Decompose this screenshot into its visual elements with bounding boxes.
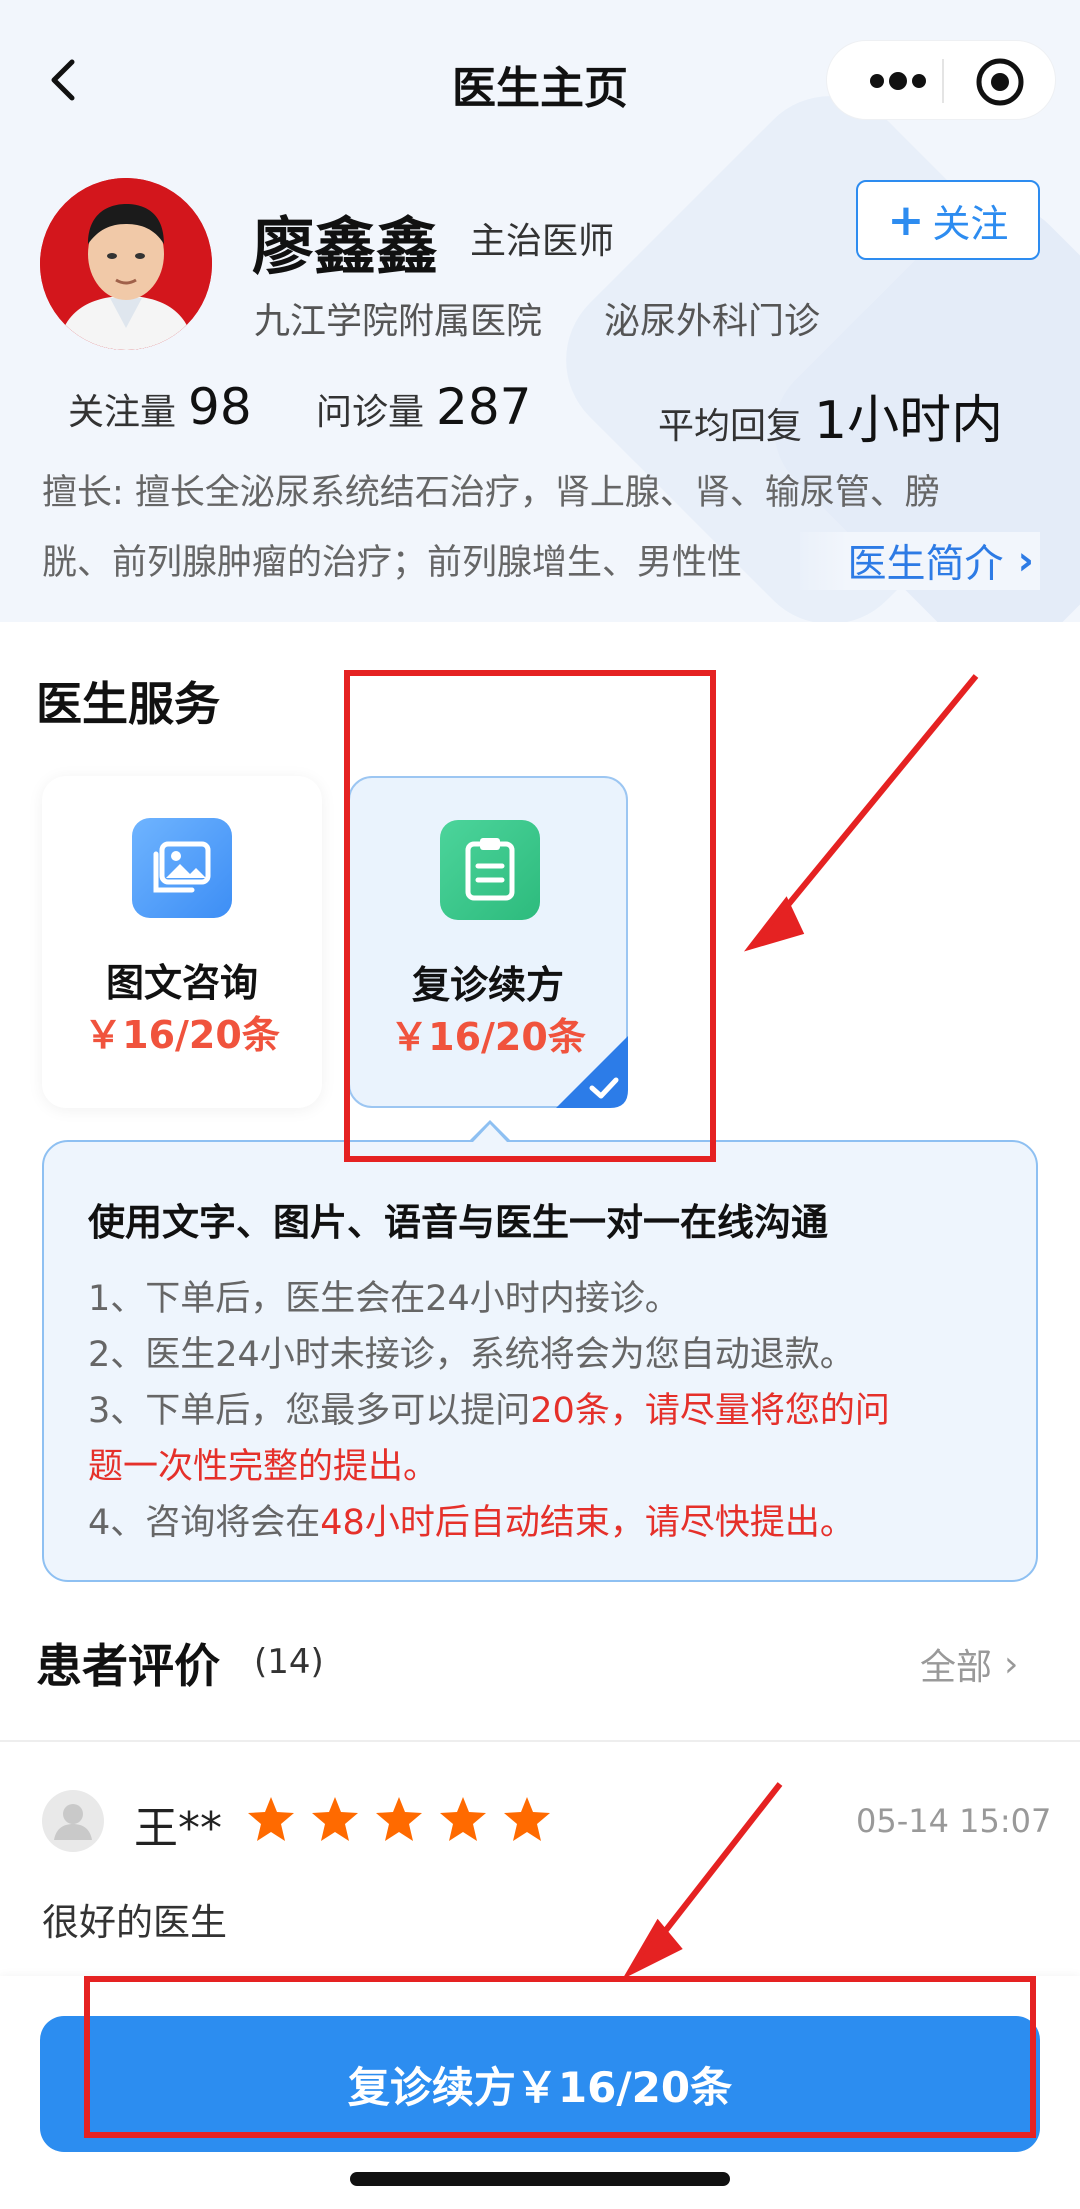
star-icon (312, 1797, 358, 1841)
detail-line: 1、下单后，医生会在24小时内接诊。 (88, 1279, 680, 1319)
star-icon (504, 1797, 550, 1841)
doctor-title: 主治医师 (470, 221, 615, 262)
services-section-title: 医生服务 (36, 677, 220, 731)
follow-button[interactable]: + 关注 (856, 180, 1040, 260)
close-target-icon (976, 58, 1024, 106)
stat-followers: 关注量 98 (68, 378, 252, 436)
mini-program-capsule (826, 40, 1056, 120)
detail-highlight: 题一次性完整的提出。 (88, 1447, 439, 1487)
review-text: 很好的医生 (42, 1901, 227, 1944)
detail-text: 4、咨询将会在 (88, 1503, 321, 1543)
service-name: 图文咨询 (105, 961, 258, 1005)
reviews-section-title: 患者评价 (36, 1639, 220, 1693)
chevron-right-icon: › (1004, 1643, 1019, 1685)
service-card-text-consult[interactable]: 图文咨询 ￥16/20条 (42, 776, 322, 1108)
capsule-divider (942, 59, 944, 103)
nav-bar: 医生主页 (0, 40, 1080, 120)
stat-value: 1小时内 (814, 391, 1004, 451)
star-icon (248, 1797, 294, 1841)
reviews-all-link[interactable]: 全部 › (920, 1638, 1018, 1690)
doctor-avatar (40, 178, 212, 350)
more-button[interactable] (863, 65, 933, 97)
hospital-name: 九江学院附属医院 (254, 301, 543, 342)
doctor-intro-link[interactable]: 医生简介 › (800, 532, 1040, 590)
chevron-right-icon: › (1017, 538, 1034, 584)
skills-text-line1: 擅长: 擅长全泌尿系统结石治疗，肾上腺、肾、输尿管、膀 (42, 473, 940, 513)
reviews-count: (14) (254, 1642, 324, 1682)
doctor-photo-icon (40, 178, 212, 350)
reviews-all-label: 全部 (920, 1647, 993, 1688)
service-detail-box: 使用文字、图片、语音与医生一对一在线沟通 1、下单后，医生会在24小时内接诊。 … (42, 1140, 1038, 1582)
more-dots-icon (870, 72, 926, 90)
detail-highlight: 48小时后自动结束，请尽快提出。 (320, 1503, 855, 1543)
reviewer-avatar (42, 1790, 104, 1852)
follow-label: 关注 (932, 201, 1009, 246)
detail-heading: 使用文字、图片、语音与医生一对一在线沟通 (88, 1201, 828, 1244)
star-icon (376, 1797, 422, 1841)
annotation-box-cta (84, 1976, 1036, 2138)
annotation-box-service (344, 670, 716, 1162)
stat-value: 287 (436, 378, 532, 436)
intro-link-label: 医生简介 (847, 542, 1004, 587)
detail-line: 2、医生24小时未接诊，系统将会为您自动退款。 (88, 1335, 855, 1375)
detail-line: 4、咨询将会在48小时后自动结束，请尽快提出。 (88, 1494, 855, 1545)
annotation-arrow (622, 1782, 783, 1980)
annotation-arrow (743, 674, 979, 952)
home-indicator (350, 2172, 730, 2186)
star-icon (440, 1797, 486, 1841)
stat-label: 问诊量 (316, 392, 425, 433)
detail-line: 3、下单后，您最多可以提问20条，请尽量将您的问 (88, 1382, 890, 1433)
image-chat-icon (132, 818, 232, 918)
rating-stars (246, 1794, 566, 1844)
divider (0, 1740, 1080, 1742)
service-price: ￥16/20条 (84, 1013, 280, 1057)
department-name: 泌尿外科门诊 (604, 301, 821, 342)
close-button[interactable] (973, 55, 1027, 109)
plus-icon: + (887, 194, 925, 246)
doctor-header-area: 医生主页 廖鑫鑫 主治医师 + 关注 九江学院附属医院 泌尿外科门诊 关注量 9… (0, 0, 1080, 622)
stat-value: 98 (188, 378, 252, 436)
stat-consultations: 问诊量 287 (316, 378, 531, 436)
detail-highlight: 20条，请尽量将您的问 (530, 1391, 890, 1431)
doctor-name: 廖鑫鑫 (252, 210, 439, 283)
detail-text: 3、下单后，您最多可以提问 (88, 1391, 531, 1431)
review-time: 05-14 15:07 (856, 1802, 1052, 1840)
stat-avg-reply: 平均回复 1小时内 (658, 378, 1003, 453)
reviewer-name: 王** (134, 1803, 222, 1854)
user-placeholder-icon (54, 1804, 92, 1840)
stat-label: 平均回复 (658, 406, 803, 447)
stat-label: 关注量 (68, 392, 177, 433)
